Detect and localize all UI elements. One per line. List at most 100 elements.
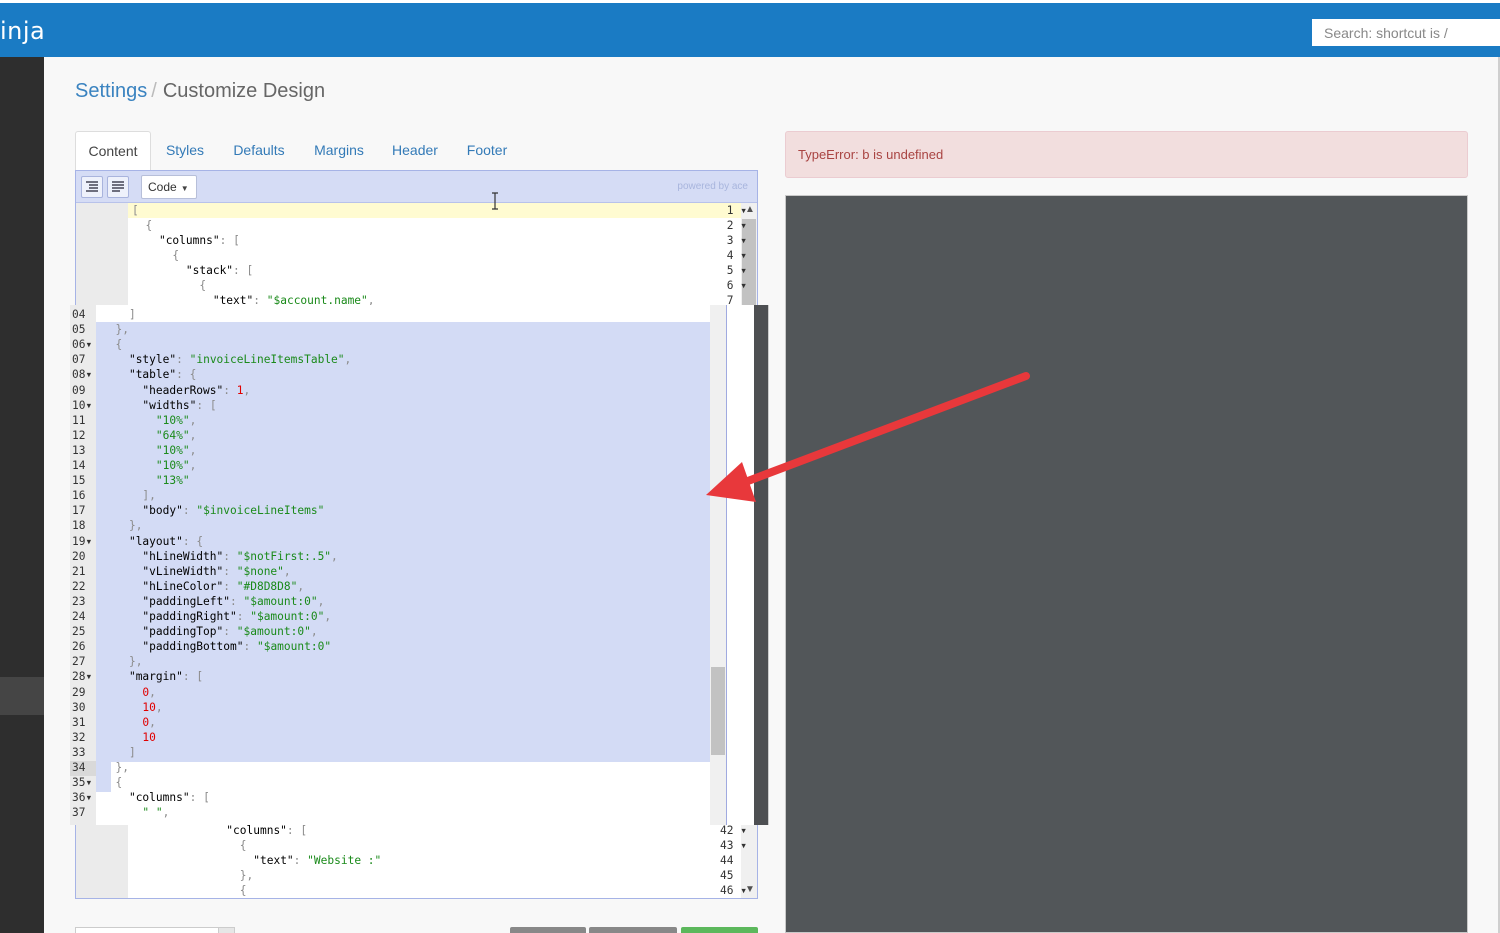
tab-styles[interactable]: Styles [155,131,215,171]
code-line[interactable]: "10%", [102,458,196,473]
code-line[interactable]: "paddingLeft": "$amount:0", [102,594,324,609]
line-number[interactable]: 32 [70,730,96,745]
line-number[interactable]: 25 [70,624,96,639]
line-number[interactable]: 23 [70,594,96,609]
code-line[interactable]: { [132,248,179,263]
code-line[interactable]: }, [102,518,143,533]
compact-json-button[interactable] [107,176,129,198]
code-line[interactable]: "64%", [102,428,196,443]
line-number[interactable]: 20 [70,549,96,564]
bottom-select[interactable] [75,927,235,933]
code-line[interactable]: "margin": [ [102,669,203,684]
line-number[interactable]: 37 [70,805,96,820]
code-line[interactable]: "hLineWidth": "$notFirst:.5", [102,549,337,564]
save-button[interactable] [681,927,758,933]
code-line[interactable]: { [132,883,247,898]
breadcrumb-settings-link[interactable]: Settings [75,80,147,102]
line-number[interactable]: 10▾ [70,398,96,413]
code-line[interactable]: { [132,278,206,293]
line-number[interactable]: 28▾ [70,669,96,684]
line-number[interactable]: 11 [70,413,96,428]
code-line[interactable]: "stack": [ [132,263,253,278]
line-number[interactable]: 3 ▾ [705,233,757,248]
line-number[interactable]: 29 [70,685,96,700]
line-number[interactable]: 09 [70,383,96,398]
line-number[interactable]: 6 ▾ [705,278,757,293]
code-line[interactable]: { [132,838,247,853]
code-line[interactable]: "paddingTop": "$amount:0", [102,624,317,639]
code-line[interactable]: { [102,337,122,352]
code-line[interactable]: }, [102,322,129,337]
search-input[interactable] [1312,19,1500,46]
line-number[interactable]: 14 [70,458,96,473]
line-number[interactable]: 42 ▾ [705,823,757,838]
line-number[interactable]: 13 [70,443,96,458]
code-line[interactable]: "text": "Website :" [132,853,381,868]
sidebar-item-active[interactable] [0,677,44,715]
code-line[interactable]: "10%", [102,443,196,458]
tab-defaults[interactable]: Defaults [225,131,293,171]
line-number[interactable]: 2 ▾ [705,218,757,233]
line-number[interactable]: 16 [70,488,96,503]
line-number[interactable]: 04 [70,307,96,322]
code-line[interactable]: }, [102,654,143,669]
code-line[interactable]: [ [132,203,139,218]
tab-header[interactable]: Header [385,131,445,171]
line-number[interactable]: 06▾ [70,337,96,352]
code-line[interactable]: 0, [102,685,156,700]
code-line[interactable]: 0, [102,715,156,730]
line-number[interactable]: 35▾ [70,775,96,790]
code-line[interactable]: "headerRows": 1, [102,383,250,398]
line-number[interactable]: 31 [70,715,96,730]
code-line[interactable]: "paddingRight": "$amount:0", [102,609,331,624]
line-number[interactable]: 21 [70,564,96,579]
code-line[interactable]: 10 [102,730,155,745]
line-number[interactable]: 18 [70,518,96,533]
line-number[interactable]: 26 [70,639,96,654]
code-line[interactable]: ] [102,307,136,322]
line-number[interactable]: 4 ▾ [705,248,757,263]
line-number[interactable]: 46 ▾ [705,883,757,898]
line-number[interactable]: 22 [70,579,96,594]
code-line[interactable]: }, [102,760,129,775]
line-number[interactable]: 34 [70,760,96,775]
code-line[interactable]: }, [132,868,254,883]
format-json-button[interactable] [81,176,103,198]
line-number[interactable]: 08▾ [70,367,96,382]
code-line[interactable]: { [102,775,122,790]
line-number[interactable]: 12 [70,428,96,443]
bottom-select-button[interactable] [218,927,235,933]
code-line[interactable]: { [132,218,152,233]
code-line[interactable]: "columns": [ [132,233,240,248]
line-number[interactable]: 45 [705,868,757,883]
code-line[interactable]: "paddingBottom": "$amount:0" [102,639,331,654]
code-line[interactable]: "layout": { [102,534,203,549]
line-number[interactable]: 07 [70,352,96,367]
line-number[interactable]: 19▾ [70,534,96,549]
code-line[interactable]: "columns": [ [102,790,210,805]
tab-margins[interactable]: Margins [307,131,371,171]
code-line[interactable]: "13%" [102,473,190,488]
editor-mode-select[interactable]: Code ▼ [141,175,197,199]
code-line[interactable]: "widths": [ [102,398,216,413]
pdf-preview-pane[interactable] [785,195,1468,933]
code-line[interactable]: " ", [102,805,169,820]
cancel-button[interactable] [510,927,586,933]
code-line[interactable]: 10, [102,700,162,715]
code-line[interactable]: "vLineWidth": "$none", [102,564,290,579]
tab-footer[interactable]: Footer [459,131,515,171]
code-line[interactable]: "body": "$invoiceLineItems" [102,503,324,518]
line-number[interactable]: 27 [70,654,96,669]
line-number[interactable]: 05 [70,322,96,337]
line-number[interactable]: 44 [705,853,757,868]
line-number[interactable]: 5 ▾ [705,263,757,278]
code-line[interactable]: "table": { [102,367,196,382]
code-line[interactable]: ], [102,488,156,503]
brand-logo[interactable]: inja [0,17,45,45]
line-number[interactable]: 30 [70,700,96,715]
zoomed-scrollbar-thumb[interactable] [711,667,725,755]
code-line[interactable]: "hLineColor": "#D8D8D8", [102,579,304,594]
preview-button[interactable] [589,927,677,933]
tab-content[interactable]: Content [75,131,151,171]
line-number[interactable]: 43 ▾ [705,838,757,853]
